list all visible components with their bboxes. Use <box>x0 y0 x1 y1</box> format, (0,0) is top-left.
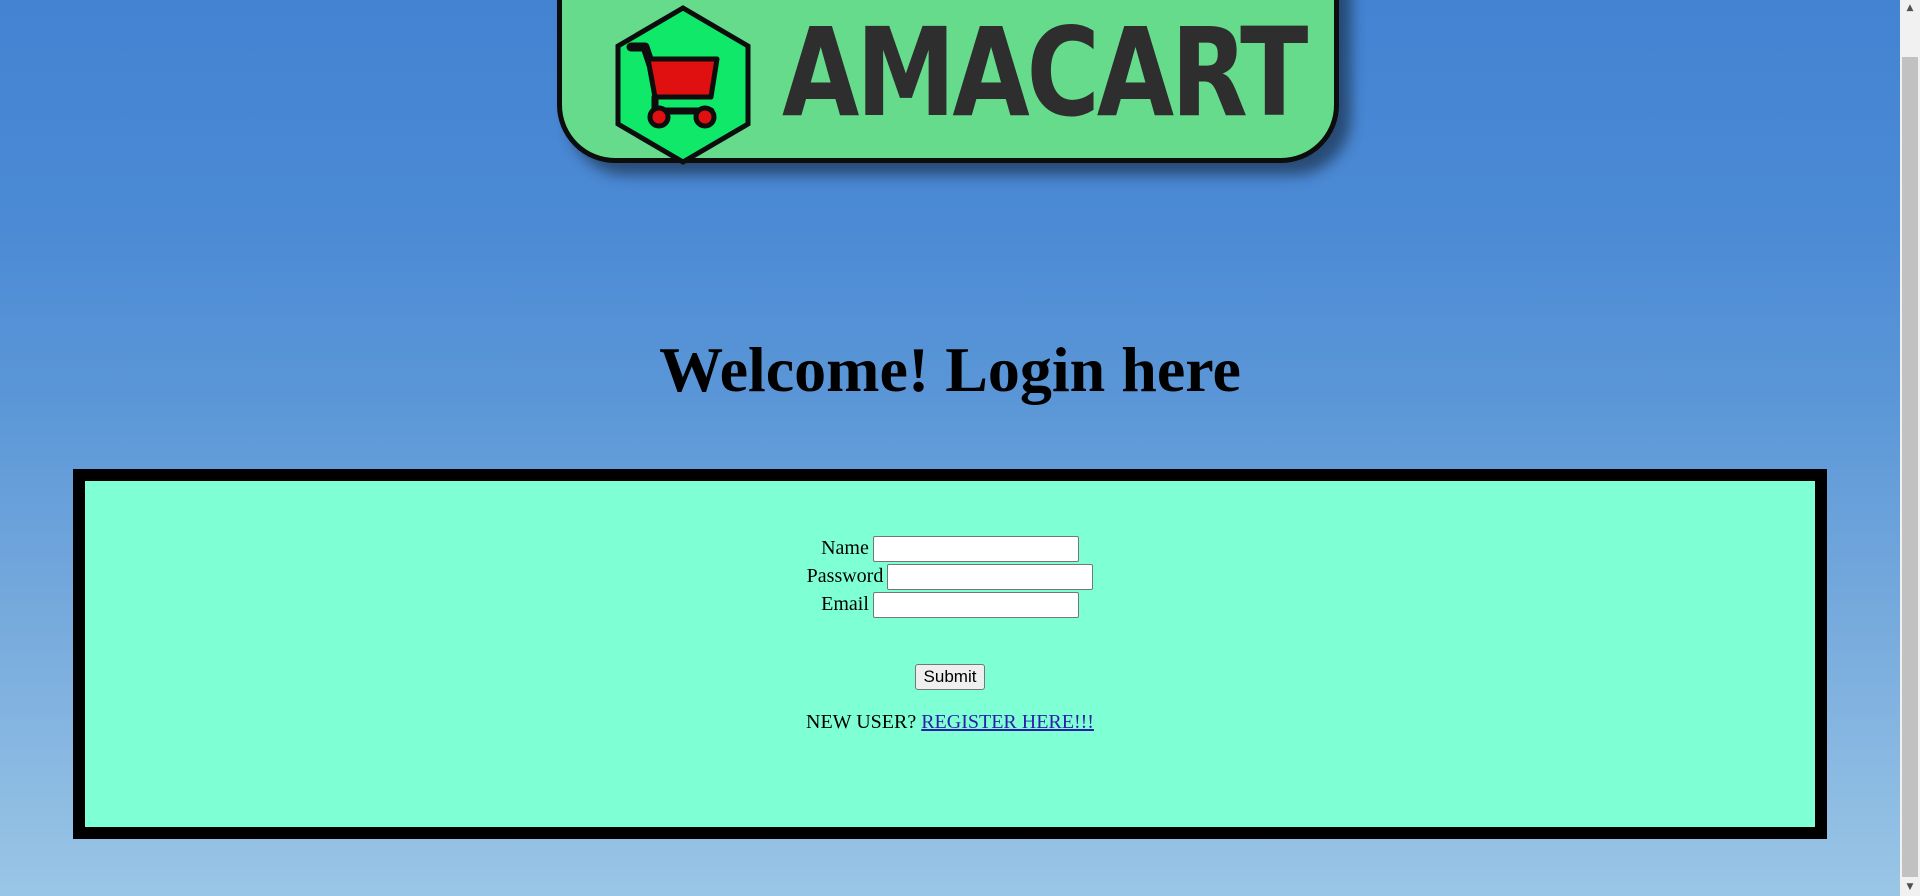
password-label: Password <box>806 565 884 587</box>
email-label: Email <box>821 593 869 615</box>
name-input[interactable] <box>872 536 1079 563</box>
register-row: NEW USER? REGISTER HERE!!! <box>85 709 1815 735</box>
login-form: Name Password Email Submit NEW USER? REG… <box>85 481 1815 827</box>
submit-row: Submit <box>85 664 1815 690</box>
vertical-scrollbar[interactable]: ▲ ▼ <box>1900 0 1920 896</box>
password-row: Password <box>85 562 1815 591</box>
arrow-up-icon[interactable]: ▲ <box>1900 0 1920 17</box>
name-row: Name <box>85 534 1815 563</box>
email-row: Email <box>85 590 1815 619</box>
register-link[interactable]: REGISTER HERE!!! <box>921 711 1094 733</box>
submit-button[interactable]: Submit <box>914 664 986 690</box>
scrollbar-thumb[interactable] <box>1902 57 1918 877</box>
arrow-down-icon[interactable]: ▼ <box>1900 879 1920 896</box>
page-title: Welcome! Login here <box>659 334 1241 405</box>
amacart-logo: AMACART <box>557 0 1339 165</box>
new-user-text: NEW USER? <box>806 711 917 733</box>
email-input[interactable] <box>872 592 1079 619</box>
logo-wordmark: AMACART <box>782 2 1308 144</box>
page: AMACART Welcome! Login here Name Passwor… <box>0 0 1900 896</box>
login-panel: Name Password Email Submit NEW USER? REG… <box>73 469 1827 839</box>
cart-icon <box>615 5 751 165</box>
name-label: Name <box>821 537 869 559</box>
password-input[interactable] <box>887 564 1094 591</box>
